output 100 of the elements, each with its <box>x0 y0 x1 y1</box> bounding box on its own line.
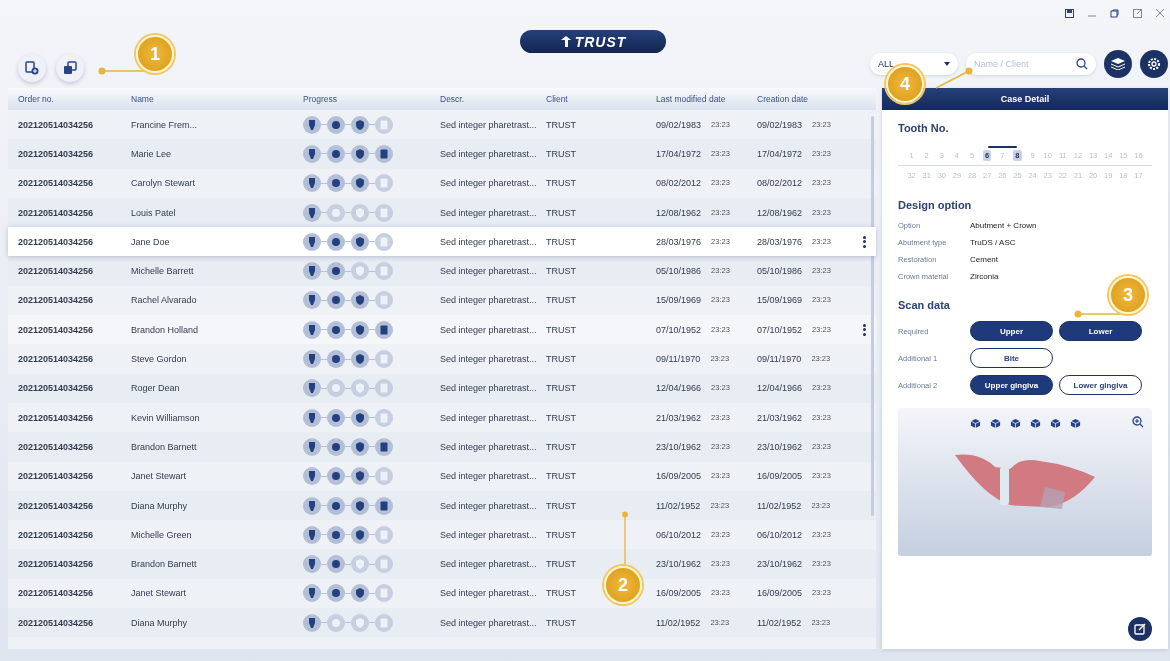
restore-icon[interactable] <box>1110 8 1119 18</box>
close-icon[interactable] <box>1156 9 1164 17</box>
table-cell-text: Sed integer pharetrast... <box>440 119 538 130</box>
table-cell-text: TRUST <box>546 559 577 570</box>
date-text: 05/10/1986 <box>757 266 803 277</box>
cube-icon[interactable] <box>969 418 981 429</box>
date-text: 09/11/1970 <box>757 354 802 364</box>
table-cell-text: Jane Doe <box>131 236 171 247</box>
table-cell-text: Sed integer pharetrast... <box>440 236 538 247</box>
table-cell-text: Sed integer pharetrast... <box>440 529 538 540</box>
date-text: 11/02/1952 <box>757 617 802 628</box>
search-field[interactable]: Name / Client <box>966 53 1096 75</box>
date-text: 23/10/1962 <box>757 441 803 452</box>
table-cell-text: 202120514034256 <box>18 412 95 423</box>
column-header[interactable]: Progress <box>303 94 440 104</box>
table-cell-text: Carolyn Stewart <box>131 178 197 189</box>
field-value: TruDS / ASC <box>970 238 1017 247</box>
column-header[interactable]: Descr. <box>440 94 546 104</box>
date-text: 11/02/1952 <box>656 617 701 628</box>
table-cell-text: TRUST <box>546 412 577 423</box>
column-header[interactable]: Name <box>131 94 303 104</box>
cube-icon[interactable] <box>1069 418 1081 429</box>
field-value: Abutment + Crown <box>970 221 1038 230</box>
table-cell-text: Diana Murphy <box>131 500 189 511</box>
table-cell-text: TRUST <box>546 383 577 394</box>
callout-badge: 1 <box>136 35 174 73</box>
new-case-button[interactable] <box>18 54 46 82</box>
date-text: 05/10/1986 <box>656 266 702 277</box>
search-icon[interactable] <box>1076 58 1088 70</box>
scrollbar[interactable] <box>871 116 874 516</box>
table-cell-text: Diana Murphy <box>131 617 189 628</box>
table-cell-text: Roger Dean <box>131 383 181 394</box>
settings-button[interactable] <box>1140 50 1168 78</box>
table-cell-text: TRUST <box>546 617 577 628</box>
table-cell-text: TRUST <box>546 148 577 159</box>
scan-button[interactable]: Lower gingiva <box>1059 375 1142 395</box>
table-cell-text: 202120514034256 <box>18 266 95 277</box>
table-cell-text: 202120514034256 <box>18 178 95 189</box>
table-cell-text: Brandon Barnett <box>131 559 198 570</box>
column-header[interactable]: Creation date <box>757 94 858 104</box>
more-icon[interactable] <box>863 323 866 336</box>
table-cell-text: Steve Gordon <box>131 354 188 364</box>
date-text: 23/10/1962 <box>656 559 702 570</box>
date-text: 21/03/1962 <box>757 412 803 423</box>
table-cell-text: 202120514034256 <box>18 207 95 218</box>
table-cell-text: Janet Stewart <box>131 588 188 599</box>
zoom-in-icon[interactable] <box>1132 416 1144 428</box>
table-cell-text: Sed integer pharetrast... <box>440 559 538 570</box>
table-cell-text: Brandon Holland <box>131 324 200 335</box>
copy-case-button[interactable] <box>56 54 84 82</box>
table-cell-text: 202120514034256 <box>18 295 95 306</box>
edit-button[interactable] <box>1128 617 1152 641</box>
date-text: 07/10/1952 <box>757 324 803 335</box>
settings-icon <box>1147 57 1161 71</box>
table-cell-text: TRUST <box>546 266 577 277</box>
section-title: Scan data <box>898 299 951 311</box>
maximize-icon[interactable] <box>1133 8 1142 18</box>
edit-icon <box>1134 623 1146 635</box>
section-title: Design option <box>898 199 973 211</box>
table-cell-text: TRUST <box>546 236 577 247</box>
more-icon[interactable] <box>863 235 866 248</box>
table-cell-text: TRUST <box>546 295 577 306</box>
document-plus-icon <box>25 61 39 75</box>
leader-line <box>934 66 974 90</box>
date-text: 28/03/1976 <box>656 236 702 247</box>
field-value: Zirconia <box>970 272 1000 281</box>
date-text: 12/04/1966 <box>757 383 803 394</box>
table-cell-text: Sed integer pharetrast... <box>440 266 538 277</box>
cube-icon[interactable] <box>1009 418 1021 429</box>
table-cell-text: 202120514034256 <box>18 324 95 335</box>
save-icon[interactable] <box>1065 8 1074 18</box>
table-cell-text: Kevin Williamson <box>131 412 201 423</box>
scan-button[interactable]: Upper <box>970 321 1053 341</box>
table-cell-text: Sed integer pharetrast... <box>440 295 538 306</box>
scan-button[interactable]: Upper gingiva <box>970 375 1053 395</box>
date-text: 21/03/1962 <box>656 412 702 423</box>
column-header[interactable]: Last modified date <box>656 94 757 104</box>
date-text: 17/04/1972 <box>656 148 702 159</box>
table-cell-text: Sed integer pharetrast... <box>440 383 538 394</box>
table-cell-text: Francine Frem... <box>131 119 198 130</box>
callout-badge: 3 <box>1109 276 1147 314</box>
column-header[interactable]: Client <box>546 94 656 104</box>
column-header[interactable]: Order no. <box>18 94 131 104</box>
scan-button[interactable]: Bite <box>970 348 1053 368</box>
cube-icon[interactable] <box>989 418 1001 429</box>
table-cell-text: Brandon Barnett <box>131 441 198 452</box>
table-cell-text: Michelle Barrett <box>131 266 195 277</box>
table-cell-text: Sed integer pharetrast... <box>440 354 538 364</box>
table-cell-text: TRUST <box>546 178 577 189</box>
table-cell-text: TRUST <box>546 207 577 218</box>
cube-icon[interactable] <box>1029 418 1041 429</box>
date-text: 12/04/1966 <box>656 383 702 394</box>
table-cell-text: 202120514034256 <box>18 148 95 159</box>
cube-icon[interactable] <box>1049 418 1061 429</box>
scan-button[interactable]: Lower <box>1059 321 1142 341</box>
table-cell-text: Sed integer pharetrast... <box>440 324 538 335</box>
table-cell-text: Michelle Green <box>131 529 193 540</box>
date-text: 09/02/1983 <box>656 119 702 130</box>
filter-dropdown[interactable]: ALL <box>870 53 958 75</box>
layers-button[interactable] <box>1104 50 1132 78</box>
